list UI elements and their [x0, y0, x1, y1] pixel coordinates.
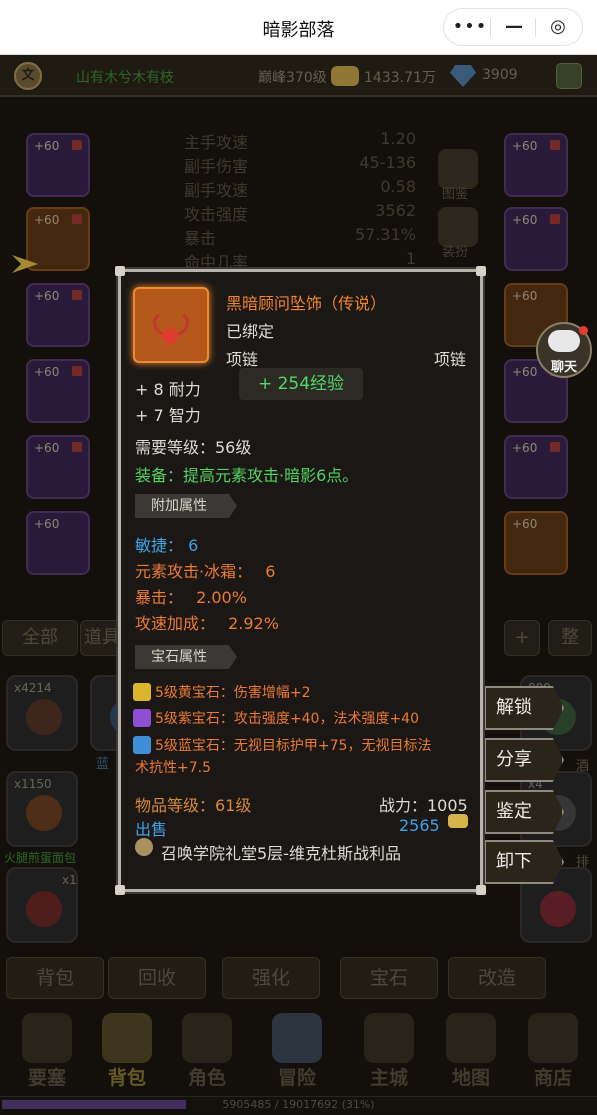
unlock-button[interactable]: 解锁	[484, 686, 564, 730]
gem-attributes-header: 宝石属性	[135, 645, 237, 669]
appraise-button[interactable]: 鉴定	[484, 790, 564, 834]
base-stat: + 7 智力	[135, 406, 201, 425]
required-level: 需要等级：56级	[135, 438, 252, 457]
gem-slot-row: 5级蓝宝石：无视目标护甲+75，无视目标法	[133, 735, 431, 755]
yellow-gem-icon	[133, 683, 151, 701]
item-tooltip: 黑暗顾问坠饰（传说） 已绑定 项链 项链 + 8 耐力 + 7 智力 + 254…	[115, 266, 486, 895]
sell-price: 2565	[399, 816, 440, 835]
share-button[interactable]: 分享	[484, 738, 564, 782]
chat-label: 聊天	[550, 360, 577, 375]
extra-attribute: 攻速加成： 2.92%	[135, 614, 279, 633]
item-power: 战力：1005	[379, 796, 468, 815]
gold-coin-icon	[448, 814, 468, 828]
item-subtype: 项链	[433, 350, 466, 369]
tooltip-corner	[115, 266, 125, 276]
loot-bag-icon	[135, 838, 153, 856]
tooltip-corner	[476, 266, 486, 276]
item-slot-type: 项链	[226, 350, 259, 369]
game-screen: 文 山有木兮木有枝 巅峰370级 1433.71万 3909 +60 +60 +…	[0, 55, 597, 1115]
tooltip-corner	[115, 885, 125, 895]
sell-label: 出售	[135, 820, 168, 839]
gem-slot-row: 5级紫宝石：攻击强度+40，法术强度+40	[133, 708, 419, 728]
extra-attribute: 元素攻击·冰霜： 6	[135, 562, 276, 581]
purple-gem-icon	[133, 709, 151, 727]
chat-button[interactable]: 聊天	[536, 322, 592, 378]
gem-slot-row-continued: 术抗性+7.5	[135, 760, 211, 776]
extra-attribute: 敏捷： 6	[135, 536, 199, 555]
chat-bubble-icon	[548, 330, 580, 352]
minimize-button[interactable]: —	[491, 9, 537, 45]
item-source: 召唤学院礼堂5层-维克杜斯战利品	[161, 844, 401, 863]
more-options-button[interactable]: •••	[447, 9, 493, 45]
unequip-button[interactable]: 卸下	[484, 840, 564, 884]
blue-gem-icon	[133, 736, 151, 754]
close-mini-program-button[interactable]: ◎	[535, 9, 581, 45]
extra-attribute: 暴击： 2.00%	[135, 588, 247, 607]
exp-bonus: + 254经验	[239, 368, 363, 400]
base-stat: + 8 耐力	[135, 380, 201, 399]
window-title-bar: 暗影部落 ••• — ◎	[0, 0, 597, 55]
item-level: 物品等级：61级	[135, 796, 252, 815]
notification-dot	[579, 326, 588, 335]
capsule-menu: ••• — ◎	[443, 8, 583, 46]
extra-attributes-header: 附加属性	[135, 494, 237, 518]
item-bound-status: 已绑定	[226, 322, 275, 341]
equip-effect: 装备：提高元素攻击·暗影6点。	[135, 466, 359, 485]
item-icon	[133, 287, 209, 363]
tooltip-corner	[476, 885, 486, 895]
gem-slot-row: 5级黄宝石：伤害增幅+2	[133, 682, 311, 702]
item-name: 黑暗顾问坠饰（传说）	[226, 294, 387, 313]
